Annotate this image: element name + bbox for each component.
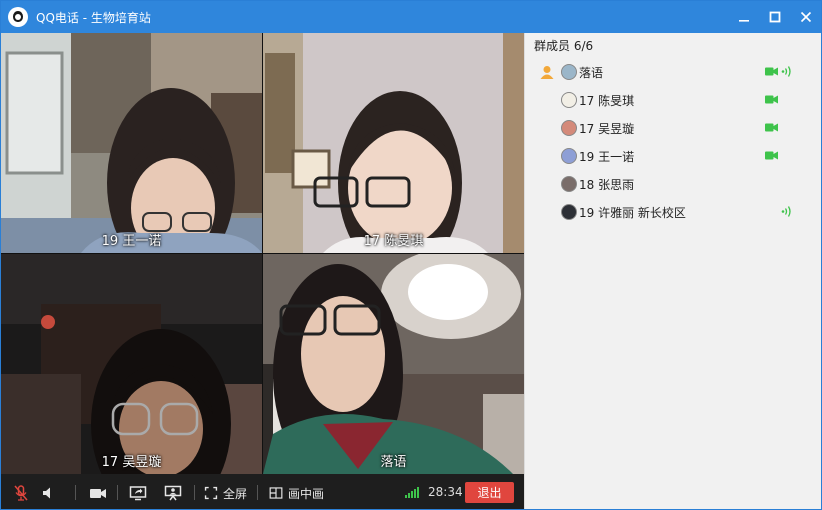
member-row[interactable]: 17 陈旻琪 <box>525 89 821 111</box>
title-bar: QQ电话 - 生物培育站 <box>1 1 821 33</box>
camera-on-icon <box>765 123 778 132</box>
maximize-button[interactable] <box>759 1 790 33</box>
video-feed <box>263 254 524 474</box>
host-icon <box>540 66 554 79</box>
network-signal-icon <box>405 486 419 498</box>
camera-button[interactable] <box>89 483 107 503</box>
member-name: 19 许雅丽 新长校区 <box>579 206 686 220</box>
avatar <box>561 92 577 108</box>
picture-in-picture-label: 画中画 <box>288 486 325 501</box>
avatar <box>561 148 577 164</box>
member-name: 落语 <box>579 66 604 80</box>
screen-share-icon <box>129 486 147 501</box>
member-list-panel: 群成员 6/6 落语 17 陈旻琪 17 吴昱璇 19 王一诺 18 张思雨 1… <box>524 33 821 509</box>
camera-on-icon <box>765 151 778 160</box>
member-name: 19 王一诺 <box>579 150 635 164</box>
window-controls <box>728 1 821 33</box>
member-name: 17 吴昱璇 <box>579 122 635 136</box>
qq-call-window: QQ电话 - 生物培育站 19 王一诺 17 陈旻琪 17 吴昱璇 落语 全屏 … <box>0 0 822 510</box>
member-row[interactable]: 19 许雅丽 新长校区 <box>525 201 821 223</box>
video-name-label: 17 陈旻琪 <box>363 234 424 249</box>
fullscreen-icon <box>204 486 218 500</box>
video-camera-icon <box>90 489 106 498</box>
microphone-muted-icon <box>14 485 28 501</box>
member-name: 17 陈旻琪 <box>579 94 635 108</box>
maximize-icon <box>769 11 780 23</box>
speaker-icon <box>43 487 50 499</box>
video-tile[interactable]: 落语 <box>263 254 524 474</box>
fullscreen-button[interactable]: 全屏 <box>204 483 247 503</box>
presentation-button[interactable] <box>164 483 182 503</box>
member-count-header: 群成员 6/6 <box>534 39 594 53</box>
video-feed <box>263 33 524 253</box>
camera-on-icon <box>765 67 778 76</box>
member-row[interactable]: 19 王一诺 <box>525 145 821 167</box>
close-button[interactable] <box>790 1 821 33</box>
fullscreen-label: 全屏 <box>223 486 248 501</box>
close-icon <box>800 11 811 23</box>
video-name-label: 17 吴昱璇 <box>101 455 162 470</box>
avatar <box>561 204 577 220</box>
picture-in-picture-button[interactable]: 画中画 <box>269 483 324 503</box>
window-title: QQ电话 - 生物培育站 <box>36 10 151 25</box>
member-row[interactable]: 落语 <box>525 61 821 83</box>
qq-logo-icon <box>8 7 28 27</box>
minimize-button[interactable] <box>728 1 759 33</box>
video-name-label: 19 王一诺 <box>101 234 162 249</box>
call-toolbar: 全屏 画中画 28:34 退出 <box>1 474 524 509</box>
video-tile[interactable]: 17 吴昱璇 <box>1 254 262 474</box>
exit-call-button[interactable]: 退出 <box>465 482 514 503</box>
camera-on-icon <box>765 95 778 104</box>
member-row[interactable]: 18 张思雨 <box>525 173 821 195</box>
minimize-icon <box>738 20 749 22</box>
video-feed <box>1 254 262 474</box>
speaking-icon <box>781 206 791 217</box>
toolbar-divider <box>117 485 118 500</box>
toolbar-divider <box>194 485 195 500</box>
video-tile[interactable]: 17 陈旻琪 <box>263 33 524 253</box>
member-name: 18 张思雨 <box>579 178 635 192</box>
video-grid: 19 王一诺 17 陈旻琪 17 吴昱璇 落语 <box>1 33 524 474</box>
video-tile[interactable]: 19 王一诺 <box>1 33 262 253</box>
avatar <box>561 64 577 80</box>
toolbar-divider <box>257 485 258 500</box>
member-row[interactable]: 17 吴昱璇 <box>525 117 821 139</box>
speaking-icon <box>781 66 791 77</box>
presentation-icon <box>164 485 182 501</box>
toolbar-divider <box>75 485 76 500</box>
avatar <box>561 176 577 192</box>
microphone-mute-button[interactable] <box>12 483 30 503</box>
video-name-label: 落语 <box>380 455 407 470</box>
picture-in-picture-icon <box>269 487 283 499</box>
speaker-button[interactable] <box>40 483 58 503</box>
screen-share-button[interactable] <box>129 483 147 503</box>
avatar <box>561 120 577 136</box>
call-timer: 28:34 <box>428 485 463 499</box>
video-feed <box>1 33 262 253</box>
